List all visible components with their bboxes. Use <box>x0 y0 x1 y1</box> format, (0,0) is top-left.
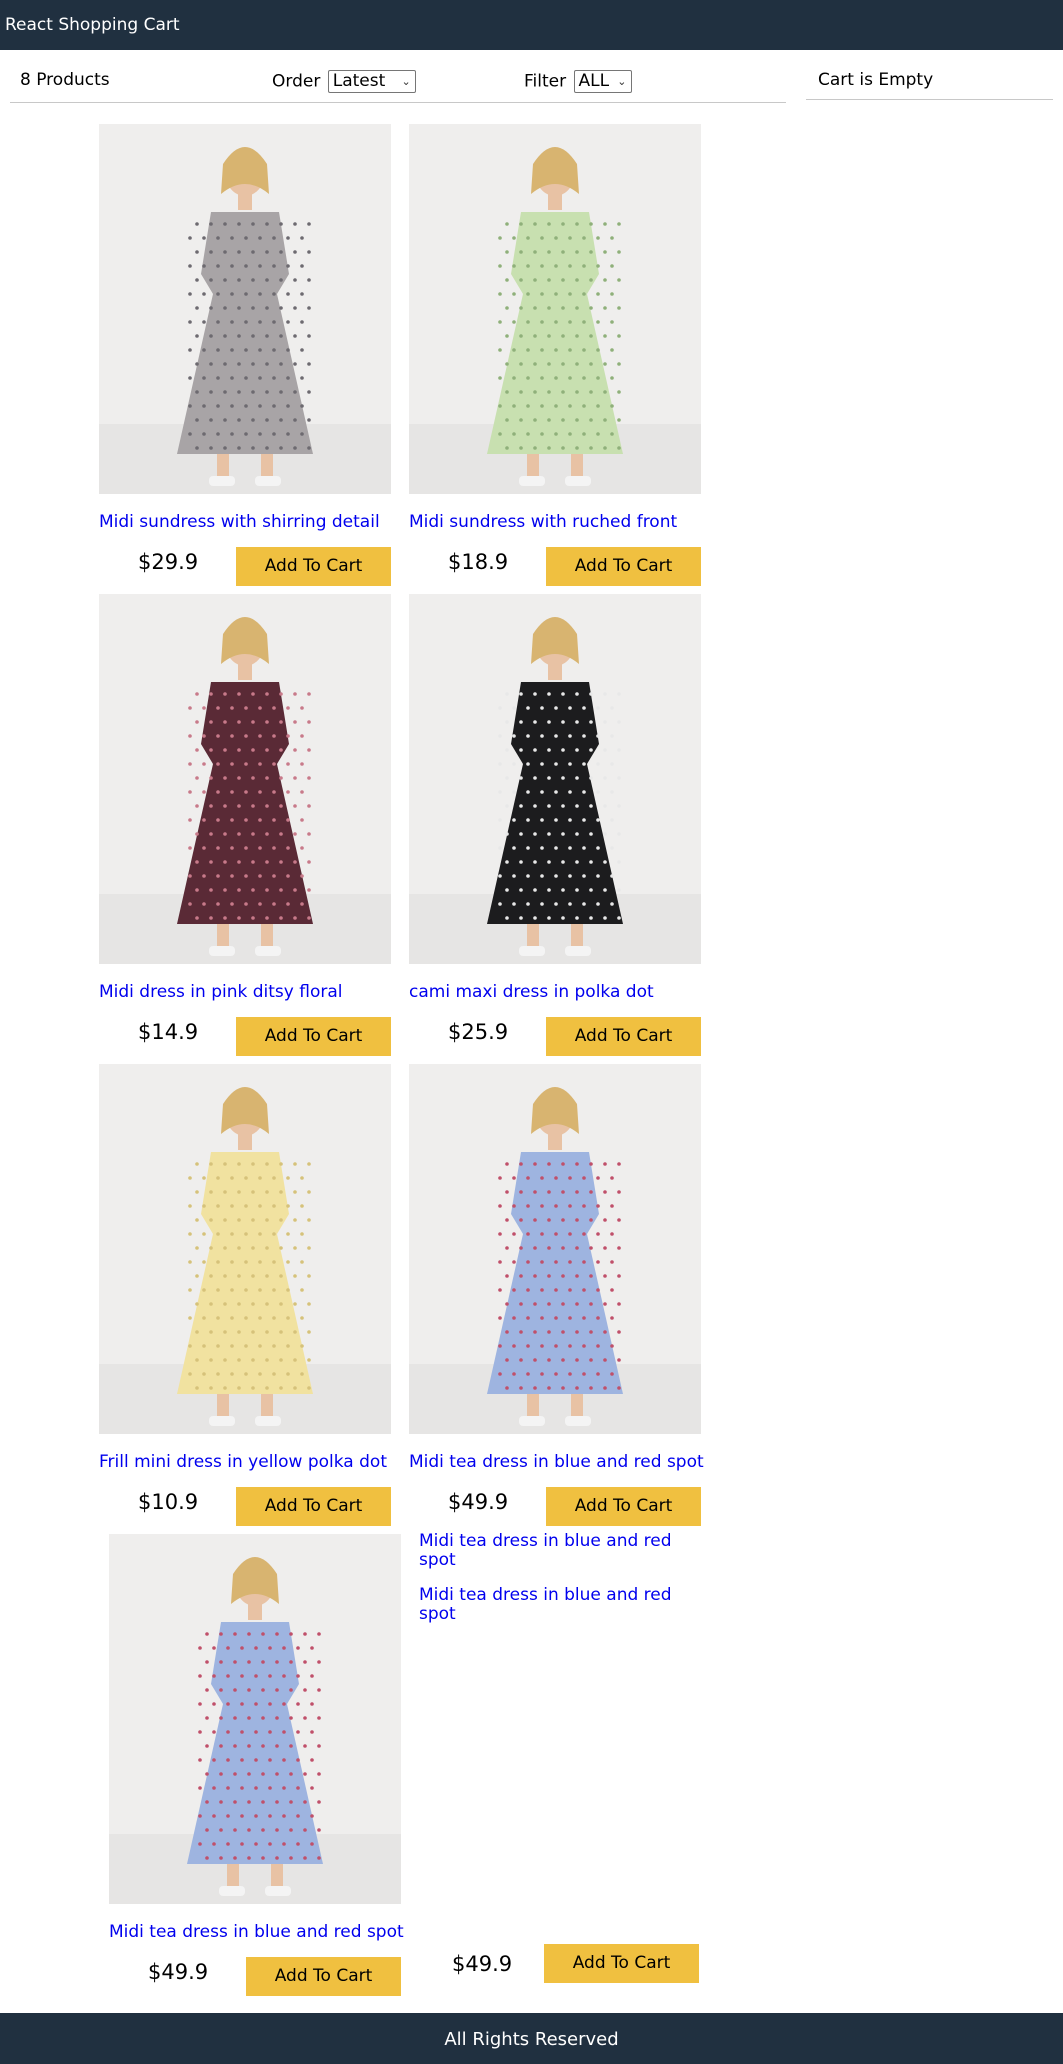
filter-control: Filter ALL ⌄ <box>524 70 632 93</box>
product-title-link[interactable]: Midi dress in pink ditsy floral <box>99 982 399 1002</box>
add-to-cart-button[interactable]: Add To Cart <box>246 1957 401 1996</box>
product-price: $49.9 <box>148 1960 209 1984</box>
add-to-cart-button[interactable]: Add To Cart <box>236 547 391 586</box>
product-price: $29.9 <box>138 550 199 574</box>
product-image[interactable] <box>99 1064 391 1434</box>
filter-select[interactable]: ALL ⌄ <box>573 70 632 93</box>
product-price: $49.9 <box>448 1490 509 1514</box>
cart-panel: Cart is Empty <box>806 60 1053 100</box>
add-to-cart-button[interactable]: Add To Cart <box>546 1017 701 1056</box>
product-title-link[interactable]: Midi tea dress in blue and red spot <box>409 1452 709 1472</box>
product-price: $25.9 <box>448 1020 509 1044</box>
footer-text: All Rights Reserved <box>444 2029 619 2050</box>
cart-empty-text: Cart is Empty <box>818 70 934 90</box>
product-title-link[interactable]: cami maxi dress in polka dot <box>409 982 709 1002</box>
product-image[interactable] <box>409 1064 701 1434</box>
add-to-cart-button[interactable]: Add To Cart <box>546 547 701 586</box>
product-image[interactable] <box>409 124 701 494</box>
product-image[interactable] <box>99 124 391 494</box>
product-title-link[interactable]: Midi tea dress in blue and red spot <box>419 1532 689 1570</box>
filter-label: Filter <box>524 71 567 92</box>
add-to-cart-button[interactable]: Add To Cart <box>544 1944 699 1983</box>
chevron-down-icon: ⌄ <box>401 75 411 88</box>
order-select-value: Latest <box>332 71 386 91</box>
app-footer: All Rights Reserved <box>0 2013 1063 2064</box>
product-title-link[interactable]: Midi sundress with ruched front <box>409 512 709 532</box>
product-count: 8 Products <box>20 70 110 90</box>
chevron-down-icon: ⌄ <box>617 75 627 88</box>
app-header: React Shopping Cart <box>0 0 1063 50</box>
product-title-link[interactable]: Frill mini dress in yellow polka dot <box>99 1452 399 1472</box>
product-image[interactable] <box>99 594 391 964</box>
product-price: $49.9 <box>452 1952 513 1976</box>
product-price: $18.9 <box>448 550 509 574</box>
filter-select-value: ALL <box>578 71 610 91</box>
add-to-cart-button[interactable]: Add To Cart <box>546 1487 701 1526</box>
product-title-link[interactable]: Midi tea dress in blue and red spot <box>109 1922 409 1942</box>
order-control: Order Latest ⌄ <box>272 70 416 93</box>
product-title-link[interactable]: Midi sundress with shirring detail <box>99 512 399 532</box>
product-image[interactable] <box>109 1534 401 1904</box>
product-title-link[interactable]: Midi tea dress in blue and red spot <box>419 1586 689 1624</box>
product-price: $14.9 <box>138 1020 199 1044</box>
add-to-cart-button[interactable]: Add To Cart <box>236 1017 391 1056</box>
add-to-cart-button[interactable]: Add To Cart <box>236 1487 391 1526</box>
order-select[interactable]: Latest ⌄ <box>327 70 416 93</box>
filter-bar: 8 Products Order Latest ⌄ Filter ALL ⌄ <box>10 60 786 103</box>
app-title[interactable]: React Shopping Cart <box>5 15 180 35</box>
product-image[interactable] <box>409 594 701 964</box>
product-price: $10.9 <box>138 1490 199 1514</box>
order-label: Order <box>272 71 321 92</box>
